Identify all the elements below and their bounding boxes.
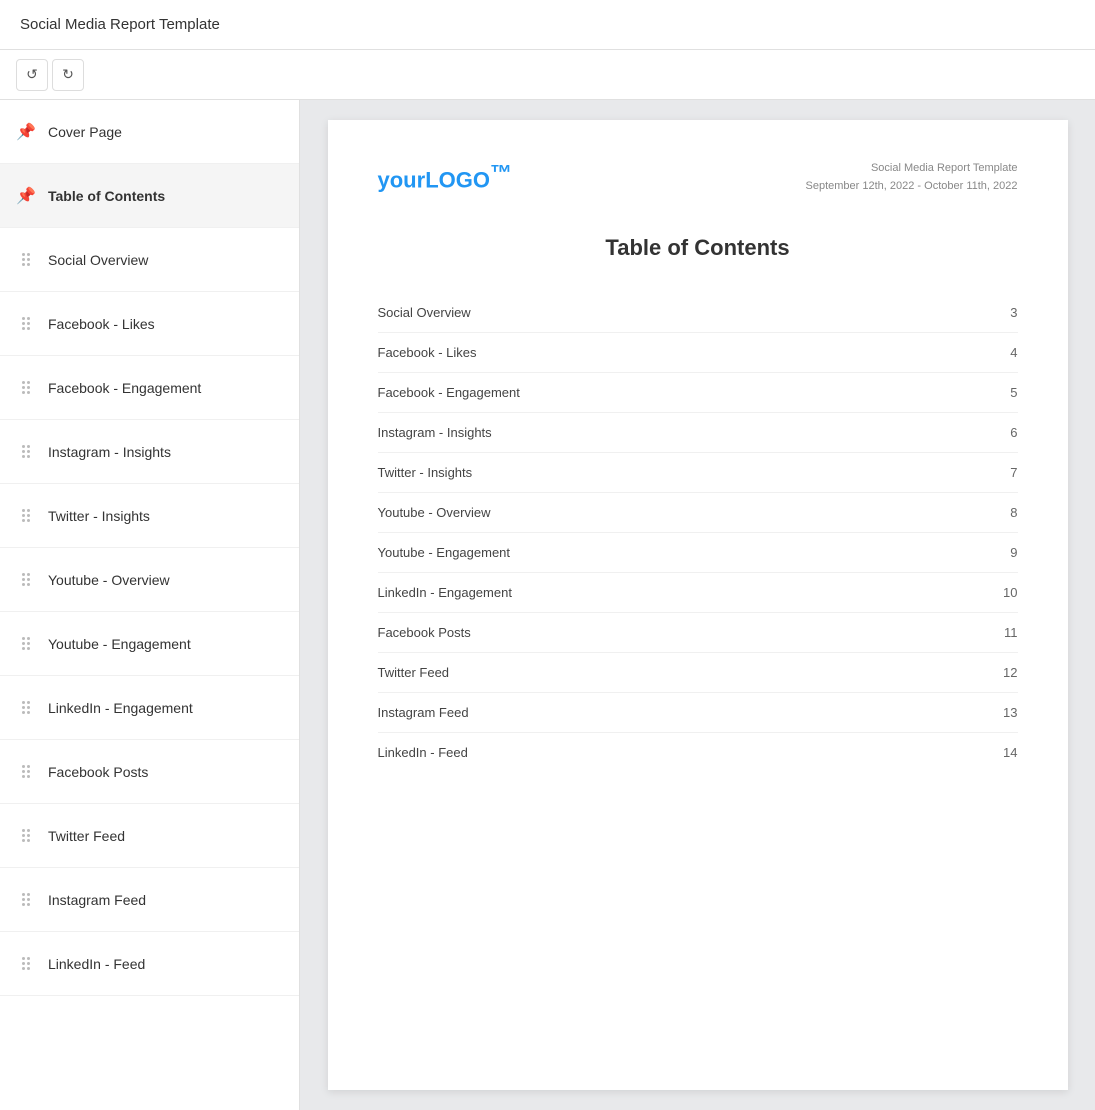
sidebar: 📌 Cover Page 📌 Table of Contents Social Over…	[0, 100, 300, 1110]
drag-icon	[16, 957, 36, 970]
toc-entry-label: Twitter - Insights	[378, 465, 473, 480]
undo-button[interactable]: ↺	[16, 59, 48, 91]
toc-list: Social Overview3Facebook - Likes4Faceboo…	[378, 293, 1018, 772]
sidebar-item-label: Twitter Feed	[48, 828, 125, 844]
sidebar-item-label: Table of Contents	[48, 188, 165, 204]
sidebar-item-facebook-engagement[interactable]: Facebook - Engagement	[0, 356, 299, 420]
toc-entry-page: 8	[1010, 505, 1017, 520]
sidebar-item-instagram-insights[interactable]: Instagram - Insights	[0, 420, 299, 484]
toc-entry-page: 10	[1003, 585, 1017, 600]
toc-entry-label: Facebook - Engagement	[378, 385, 520, 400]
toc-entry: Facebook - Engagement 5	[378, 373, 1018, 413]
toc-entry-label: Social Overview	[378, 305, 471, 320]
toc-entry: Twitter - Insights 7	[378, 453, 1018, 493]
logo-brand: LOGO	[425, 168, 490, 193]
toc-entry: Twitter Feed 12	[378, 653, 1018, 693]
toc-entry-page: 5	[1010, 385, 1017, 400]
app-title: Social Media Report Template	[20, 16, 220, 33]
toc-entry: Social Overview 3	[378, 293, 1018, 333]
toc-entry-page: 11	[1004, 625, 1018, 640]
toc-entry-page: 9	[1010, 545, 1017, 560]
drag-icon	[16, 573, 36, 586]
report-title-meta: Social Media Report Template	[806, 160, 1018, 178]
sidebar-item-linkedin-engagement[interactable]: LinkedIn - Engagement	[0, 676, 299, 740]
drag-icon	[16, 765, 36, 778]
sidebar-item-label: Youtube - Engagement	[48, 636, 191, 652]
page-meta: Social Media Report Template September 1…	[806, 160, 1018, 195]
toc-entry-label: Facebook Posts	[378, 625, 471, 640]
toc-entry-label: Instagram Feed	[378, 705, 469, 720]
toc-entry-page: 7	[1010, 465, 1017, 480]
drag-icon	[16, 893, 36, 906]
toc-entry-label: Youtube - Overview	[378, 505, 491, 520]
sidebar-item-cover-page[interactable]: 📌 Cover Page	[0, 100, 299, 164]
logo: yourLOGO™	[378, 160, 512, 194]
sidebar-item-label: Facebook - Engagement	[48, 380, 201, 396]
sidebar-item-twitter-feed[interactable]: Twitter Feed	[0, 804, 299, 868]
toc-entry: Instagram - Insights 6	[378, 413, 1018, 453]
drag-icon	[16, 381, 36, 394]
toc-heading: Table of Contents	[378, 235, 1018, 261]
toc-entry-label: Instagram - Insights	[378, 425, 492, 440]
pin-icon: 📌	[16, 122, 36, 142]
drag-icon	[16, 445, 36, 458]
sidebar-item-label: LinkedIn - Engagement	[48, 700, 193, 716]
toc-entry-label: Twitter Feed	[378, 665, 450, 680]
drag-icon	[16, 509, 36, 522]
toolbar: ↺ ↻	[0, 50, 1095, 100]
logo-prefix: your	[378, 168, 426, 193]
sidebar-item-social-overview[interactable]: Social Overview	[0, 228, 299, 292]
sidebar-item-twitter-insights[interactable]: Twitter - Insights	[0, 484, 299, 548]
drag-icon	[16, 317, 36, 330]
sidebar-item-label: Youtube - Overview	[48, 572, 170, 588]
sidebar-item-label: Social Overview	[48, 252, 148, 268]
sidebar-item-youtube-overview[interactable]: Youtube - Overview	[0, 548, 299, 612]
toc-entry-page: 12	[1003, 665, 1017, 680]
sidebar-item-instagram-feed[interactable]: Instagram Feed	[0, 868, 299, 932]
sidebar-item-label: Twitter - Insights	[48, 508, 150, 524]
drag-icon	[16, 637, 36, 650]
toc-entry: Facebook - Likes 4	[378, 333, 1018, 373]
sidebar-item-facebook-posts[interactable]: Facebook Posts	[0, 740, 299, 804]
sidebar-item-label: Instagram - Insights	[48, 444, 171, 460]
sidebar-item-label: Cover Page	[48, 124, 122, 140]
toc-entry: LinkedIn - Feed 14	[378, 733, 1018, 772]
sidebar-item-label: Facebook - Likes	[48, 316, 155, 332]
toc-entry-label: LinkedIn - Feed	[378, 745, 468, 760]
toc-entry-page: 14	[1003, 745, 1017, 760]
date-range: September 12th, 2022 - October 11th, 202…	[806, 178, 1018, 196]
toc-entry: Youtube - Engagement 9	[378, 533, 1018, 573]
toc-entry: Instagram Feed 13	[378, 693, 1018, 733]
toc-entry-label: Facebook - Likes	[378, 345, 477, 360]
page-top: yourLOGO™ Social Media Report Template S…	[378, 160, 1018, 195]
toc-entry: LinkedIn - Engagement 10	[378, 573, 1018, 613]
toc-entry-page: 3	[1010, 305, 1017, 320]
toc-entry: Youtube - Overview 8	[378, 493, 1018, 533]
main-layout: 📌 Cover Page 📌 Table of Contents Social Over…	[0, 100, 1095, 1110]
sidebar-item-label: Facebook Posts	[48, 764, 148, 780]
sidebar-item-label: LinkedIn - Feed	[48, 956, 145, 972]
sidebar-item-label: Instagram Feed	[48, 892, 146, 908]
sidebar-item-youtube-engagement[interactable]: Youtube - Engagement	[0, 612, 299, 676]
drag-icon	[16, 701, 36, 714]
drag-icon	[16, 253, 36, 266]
sidebar-item-table-of-contents[interactable]: 📌 Table of Contents	[0, 164, 299, 228]
page-card: yourLOGO™ Social Media Report Template S…	[328, 120, 1068, 1090]
sidebar-item-linkedin-feed[interactable]: LinkedIn - Feed	[0, 932, 299, 996]
sidebar-item-facebook-likes[interactable]: Facebook - Likes	[0, 292, 299, 356]
toc-entry-page: 13	[1003, 705, 1017, 720]
toc-entry-label: LinkedIn - Engagement	[378, 585, 512, 600]
logo-tm: ™	[490, 160, 512, 185]
toc-entry-label: Youtube - Engagement	[378, 545, 511, 560]
drag-icon	[16, 829, 36, 842]
pin-icon: 📌	[16, 186, 36, 206]
toc-entry-page: 4	[1010, 345, 1017, 360]
app-header: Social Media Report Template	[0, 0, 1095, 50]
redo-button[interactable]: ↻	[52, 59, 84, 91]
content-area: yourLOGO™ Social Media Report Template S…	[300, 100, 1095, 1110]
toc-entry-page: 6	[1010, 425, 1017, 440]
toc-entry: Facebook Posts 11	[378, 613, 1018, 653]
